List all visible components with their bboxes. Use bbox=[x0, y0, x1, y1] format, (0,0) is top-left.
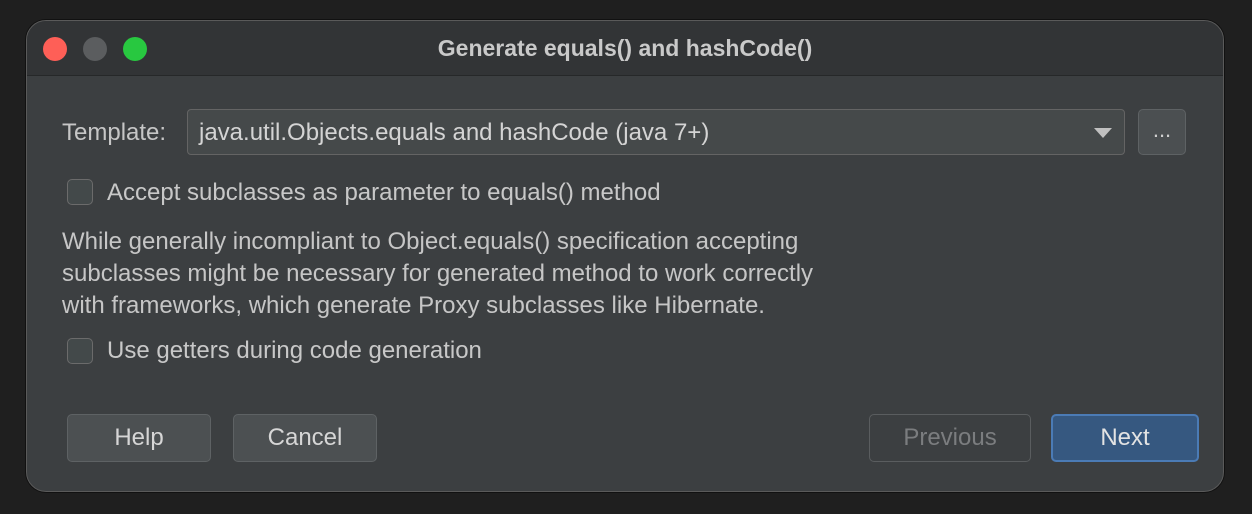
template-label: Template: bbox=[62, 119, 167, 146]
window-title: Generate equals() and hashCode() bbox=[437, 35, 813, 61]
cancel-button[interactable]: Cancel bbox=[233, 414, 377, 462]
edit-templates-button[interactable]: ... bbox=[1138, 109, 1186, 155]
description-line: While generally incompliant to Object.eq… bbox=[62, 228, 799, 255]
use-getters-checkbox[interactable] bbox=[67, 338, 93, 364]
description-line: with frameworks, which generate Proxy su… bbox=[62, 292, 765, 319]
previous-button[interactable]: Previous bbox=[869, 414, 1031, 462]
chevron-down-icon bbox=[1094, 128, 1112, 138]
use-getters-label[interactable]: Use getters during code generation bbox=[107, 337, 482, 365]
next-button[interactable]: Next bbox=[1051, 414, 1199, 462]
template-selected-value: java.util.Objects.equals and hashCode (j… bbox=[199, 119, 710, 146]
template-dropdown[interactable]: java.util.Objects.equals and hashCode (j… bbox=[187, 109, 1125, 155]
accept-subclasses-description: While generally incompliant to Object.eq… bbox=[62, 226, 1062, 322]
accept-subclasses-checkbox[interactable] bbox=[67, 179, 93, 205]
title-bar[interactable]: Generate equals() and hashCode() bbox=[27, 21, 1223, 76]
description-line: subclasses might be necessary for genera… bbox=[62, 260, 814, 287]
help-button[interactable]: Help bbox=[67, 414, 211, 462]
accept-subclasses-label[interactable]: Accept subclasses as parameter to equals… bbox=[107, 179, 661, 207]
dialog-window: Generate equals() and hashCode() Templat… bbox=[26, 20, 1224, 492]
